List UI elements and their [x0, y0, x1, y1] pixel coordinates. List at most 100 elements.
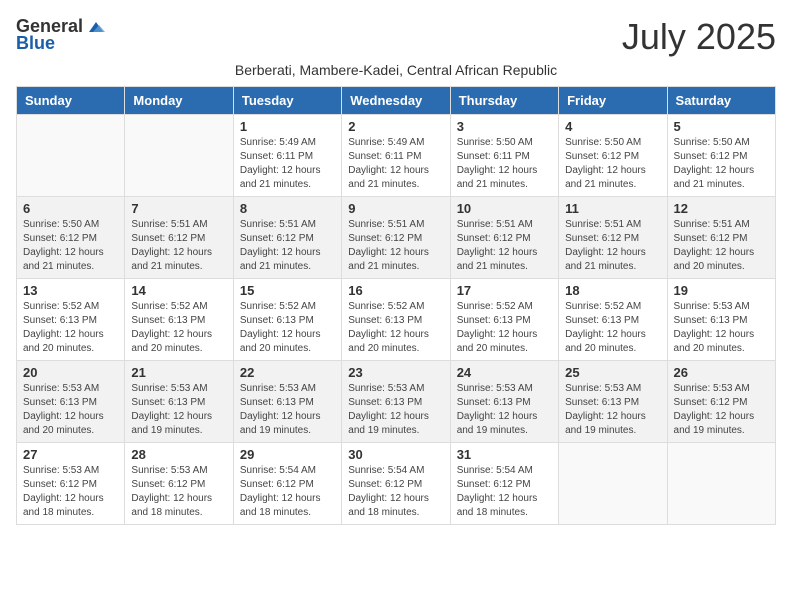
- calendar-cell: 15 Sunrise: 5:52 AMSunset: 6:13 PMDayligh…: [233, 279, 341, 361]
- calendar-cell: 18 Sunrise: 5:52 AMSunset: 6:13 PMDayligh…: [559, 279, 667, 361]
- calendar-cell: 10 Sunrise: 5:51 AMSunset: 6:12 PMDayligh…: [450, 197, 558, 279]
- day-info: Sunrise: 5:53 AMSunset: 6:13 PMDaylight:…: [565, 382, 660, 438]
- day-info: Sunrise: 5:54 AMSunset: 6:12 PMDaylight:…: [240, 464, 335, 520]
- calendar-cell: [559, 443, 667, 525]
- logo: General Blue: [16, 16, 109, 54]
- day-info: Sunrise: 5:49 AMSunset: 6:11 PMDaylight:…: [348, 136, 443, 192]
- day-info: Sunrise: 5:50 AMSunset: 6:12 PMDaylight:…: [674, 136, 769, 192]
- day-info: Sunrise: 5:49 AMSunset: 6:11 PMDaylight:…: [240, 136, 335, 192]
- day-number: 20: [23, 365, 118, 380]
- header-wednesday: Wednesday: [342, 87, 450, 115]
- day-number: 21: [131, 365, 226, 380]
- day-info: Sunrise: 5:52 AMSunset: 6:13 PMDaylight:…: [457, 300, 552, 356]
- day-info: Sunrise: 5:53 AMSunset: 6:13 PMDaylight:…: [457, 382, 552, 438]
- day-info: Sunrise: 5:53 AMSunset: 6:13 PMDaylight:…: [348, 382, 443, 438]
- day-info: Sunrise: 5:53 AMSunset: 6:12 PMDaylight:…: [674, 382, 769, 438]
- calendar-week-4: 27 Sunrise: 5:53 AMSunset: 6:12 PMDayligh…: [17, 443, 776, 525]
- day-number: 11: [565, 201, 660, 216]
- day-number: 6: [23, 201, 118, 216]
- day-number: 26: [674, 365, 769, 380]
- day-number: 5: [674, 119, 769, 134]
- calendar-cell: 6 Sunrise: 5:50 AMSunset: 6:12 PMDaylight…: [17, 197, 125, 279]
- day-number: 17: [457, 283, 552, 298]
- calendar-cell: 20 Sunrise: 5:53 AMSunset: 6:13 PMDayligh…: [17, 361, 125, 443]
- calendar-cell: 19 Sunrise: 5:53 AMSunset: 6:13 PMDayligh…: [667, 279, 775, 361]
- day-info: Sunrise: 5:51 AMSunset: 6:12 PMDaylight:…: [348, 218, 443, 274]
- header-thursday: Thursday: [450, 87, 558, 115]
- day-number: 29: [240, 447, 335, 462]
- calendar-cell: 7 Sunrise: 5:51 AMSunset: 6:12 PMDaylight…: [125, 197, 233, 279]
- day-number: 15: [240, 283, 335, 298]
- day-info: Sunrise: 5:52 AMSunset: 6:13 PMDaylight:…: [131, 300, 226, 356]
- day-number: 7: [131, 201, 226, 216]
- calendar-week-2: 13 Sunrise: 5:52 AMSunset: 6:13 PMDayligh…: [17, 279, 776, 361]
- day-info: Sunrise: 5:50 AMSunset: 6:12 PMDaylight:…: [565, 136, 660, 192]
- calendar-cell: [125, 115, 233, 197]
- day-info: Sunrise: 5:53 AMSunset: 6:13 PMDaylight:…: [240, 382, 335, 438]
- calendar-header-row: SundayMondayTuesdayWednesdayThursdayFrid…: [17, 87, 776, 115]
- day-number: 25: [565, 365, 660, 380]
- day-info: Sunrise: 5:50 AMSunset: 6:12 PMDaylight:…: [23, 218, 118, 274]
- day-info: Sunrise: 5:51 AMSunset: 6:12 PMDaylight:…: [131, 218, 226, 274]
- location: Berberati, Mambere-Kadei, Central Africa…: [16, 62, 776, 78]
- day-number: 14: [131, 283, 226, 298]
- calendar-cell: 3Sunrise: 5:50 AMSunset: 6:11 PMDaylight…: [450, 115, 558, 197]
- page-header: General Blue July 2025: [16, 16, 776, 58]
- day-number: 16: [348, 283, 443, 298]
- day-number: 24: [457, 365, 552, 380]
- day-number: 10: [457, 201, 552, 216]
- day-info: Sunrise: 5:52 AMSunset: 6:13 PMDaylight:…: [23, 300, 118, 356]
- day-info: Sunrise: 5:52 AMSunset: 6:13 PMDaylight:…: [348, 300, 443, 356]
- calendar-cell: 21 Sunrise: 5:53 AMSunset: 6:13 PMDayligh…: [125, 361, 233, 443]
- calendar-cell: 5 Sunrise: 5:50 AMSunset: 6:12 PMDaylight…: [667, 115, 775, 197]
- day-info: Sunrise: 5:53 AMSunset: 6:12 PMDaylight:…: [131, 464, 226, 520]
- day-info: Sunrise: 5:53 AMSunset: 6:13 PMDaylight:…: [674, 300, 769, 356]
- day-info: Sunrise: 5:53 AMSunset: 6:13 PMDaylight:…: [23, 382, 118, 438]
- day-number: 3: [457, 119, 552, 134]
- day-info: Sunrise: 5:53 AMSunset: 6:12 PMDaylight:…: [23, 464, 118, 520]
- calendar-cell: 16 Sunrise: 5:52 AMSunset: 6:13 PMDayligh…: [342, 279, 450, 361]
- calendar-cell: 29 Sunrise: 5:54 AMSunset: 6:12 PMDayligh…: [233, 443, 341, 525]
- calendar-cell: 25 Sunrise: 5:53 AMSunset: 6:13 PMDayligh…: [559, 361, 667, 443]
- calendar-table: SundayMondayTuesdayWednesdayThursdayFrid…: [16, 86, 776, 525]
- title-section: July 2025: [622, 16, 776, 58]
- day-number: 19: [674, 283, 769, 298]
- day-number: 13: [23, 283, 118, 298]
- calendar-cell: [17, 115, 125, 197]
- calendar-cell: 31Sunrise: 5:54 AMSunset: 6:12 PMDayligh…: [450, 443, 558, 525]
- calendar-cell: 22Sunrise: 5:53 AMSunset: 6:13 PMDayligh…: [233, 361, 341, 443]
- calendar-cell: 23 Sunrise: 5:53 AMSunset: 6:13 PMDayligh…: [342, 361, 450, 443]
- calendar-cell: 30Sunrise: 5:54 AMSunset: 6:12 PMDayligh…: [342, 443, 450, 525]
- calendar-cell: 24 Sunrise: 5:53 AMSunset: 6:13 PMDayligh…: [450, 361, 558, 443]
- day-number: 30: [348, 447, 443, 462]
- day-number: 23: [348, 365, 443, 380]
- day-number: 31: [457, 447, 552, 462]
- calendar-cell: 27 Sunrise: 5:53 AMSunset: 6:12 PMDayligh…: [17, 443, 125, 525]
- calendar-cell: 2 Sunrise: 5:49 AMSunset: 6:11 PMDaylight…: [342, 115, 450, 197]
- day-number: 9: [348, 201, 443, 216]
- header-tuesday: Tuesday: [233, 87, 341, 115]
- header-sunday: Sunday: [17, 87, 125, 115]
- day-number: 2: [348, 119, 443, 134]
- day-info: Sunrise: 5:52 AMSunset: 6:13 PMDaylight:…: [565, 300, 660, 356]
- calendar-cell: 1Sunrise: 5:49 AMSunset: 6:11 PMDaylight…: [233, 115, 341, 197]
- day-info: Sunrise: 5:53 AMSunset: 6:13 PMDaylight:…: [131, 382, 226, 438]
- day-info: Sunrise: 5:51 AMSunset: 6:12 PMDaylight:…: [457, 218, 552, 274]
- calendar-cell: 17 Sunrise: 5:52 AMSunset: 6:13 PMDayligh…: [450, 279, 558, 361]
- calendar-cell: 4 Sunrise: 5:50 AMSunset: 6:12 PMDaylight…: [559, 115, 667, 197]
- logo-blue: Blue: [16, 33, 55, 54]
- logo-icon: [85, 18, 107, 36]
- header-monday: Monday: [125, 87, 233, 115]
- day-number: 28: [131, 447, 226, 462]
- day-info: Sunrise: 5:51 AMSunset: 6:12 PMDaylight:…: [674, 218, 769, 274]
- header-saturday: Saturday: [667, 87, 775, 115]
- day-number: 27: [23, 447, 118, 462]
- header-friday: Friday: [559, 87, 667, 115]
- day-info: Sunrise: 5:52 AMSunset: 6:13 PMDaylight:…: [240, 300, 335, 356]
- day-number: 18: [565, 283, 660, 298]
- day-number: 4: [565, 119, 660, 134]
- calendar-cell: 28 Sunrise: 5:53 AMSunset: 6:12 PMDayligh…: [125, 443, 233, 525]
- calendar-cell: 13 Sunrise: 5:52 AMSunset: 6:13 PMDayligh…: [17, 279, 125, 361]
- calendar-week-3: 20 Sunrise: 5:53 AMSunset: 6:13 PMDayligh…: [17, 361, 776, 443]
- calendar-cell: 12Sunrise: 5:51 AMSunset: 6:12 PMDayligh…: [667, 197, 775, 279]
